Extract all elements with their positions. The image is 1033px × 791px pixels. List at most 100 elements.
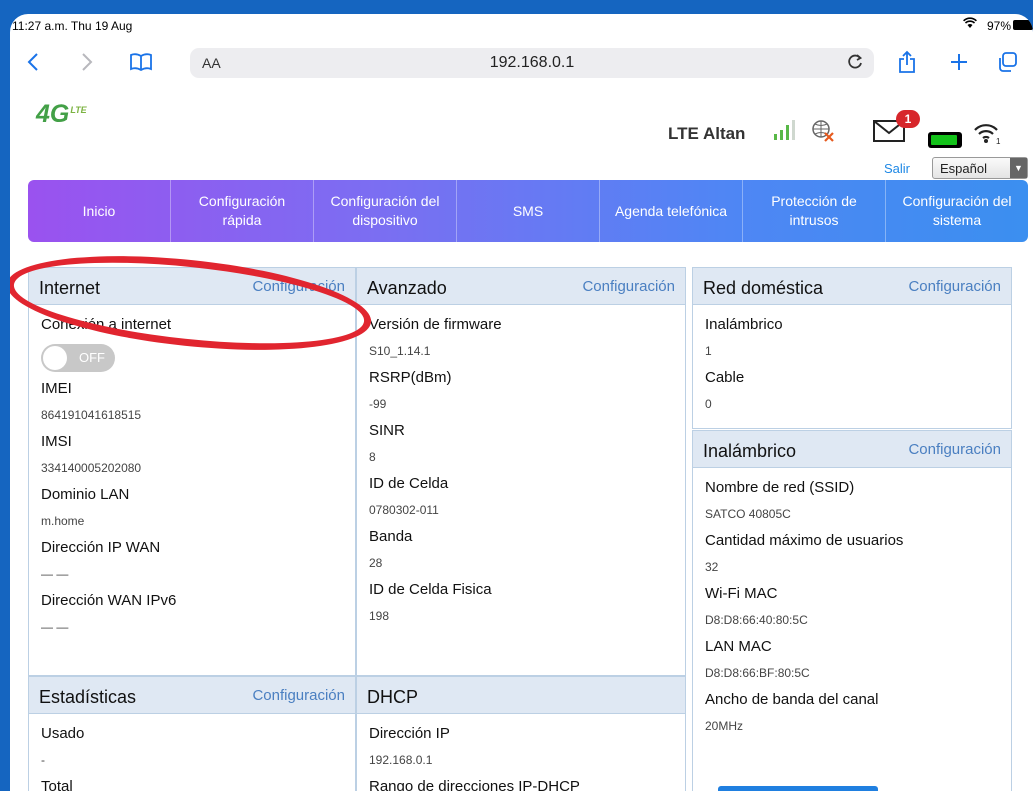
home-network-panel: Red doméstica Configuración Inalámbrico … — [692, 267, 1012, 429]
language-select[interactable]: Español ▼ — [932, 157, 1028, 179]
toggle-state: OFF — [79, 350, 105, 365]
panel-header: Inalámbrico Configuración — [693, 431, 1011, 468]
forward-icon — [82, 53, 93, 71]
address-bar[interactable]: AA 192.168.0.1 — [190, 48, 874, 78]
menu-item-configuracion-sistema[interactable]: Configuración del sistema — [886, 180, 1028, 242]
panel-header: Red doméstica Configuración — [693, 268, 1011, 305]
network-name: LTE Altan — [668, 124, 746, 143]
field-label: Ancho de banda del canal — [705, 691, 879, 708]
share-button[interactable] — [890, 40, 924, 84]
field-value: 198 — [369, 609, 390, 623]
field-label: SINR — [369, 422, 405, 439]
back-icon — [27, 53, 38, 71]
panel-header: DHCP — [357, 677, 685, 714]
field-value: 28 — [369, 556, 383, 570]
menu-item-configuracion-rapida[interactable]: Configuración rápida — [171, 180, 314, 242]
field-label: ID de Celda Fisica — [369, 581, 492, 598]
panel-title: Red doméstica — [703, 278, 824, 298]
panel-header: Avanzado Configuración — [357, 268, 685, 305]
field-value: SATCO 40805C — [705, 507, 791, 521]
field-label: Dominio LAN — [41, 486, 130, 503]
url-text[interactable]: 192.168.0.1 — [190, 54, 874, 72]
unread-badge: 1 — [896, 110, 920, 128]
status-bar: 11:27 a.m. Thu 19 Aug 97% — [10, 14, 1033, 36]
field-label: RSRP(dBm) — [369, 369, 452, 386]
wireless-action-button[interactable] — [718, 786, 878, 791]
menu-item-sms[interactable]: SMS — [457, 180, 600, 242]
logout-link[interactable]: Salir — [884, 161, 910, 176]
menu-item-configuracion-dispositivo[interactable]: Configuración del dispositivo — [314, 180, 457, 242]
battery-icon — [928, 132, 962, 148]
new-tab-button[interactable] — [942, 40, 976, 84]
panel-title: Internet — [39, 278, 101, 298]
status-battery-percent: 97% — [986, 19, 1011, 33]
field-value: 0780302-011 — [369, 503, 439, 517]
tabs-icon — [999, 52, 1017, 72]
advanced-panel: Avanzado Configuración Versión de firmwa… — [356, 267, 686, 676]
field-value: 20MHz — [705, 719, 744, 733]
field-label: IMSI — [41, 433, 72, 450]
field-value: 864191041618515 — [41, 408, 142, 422]
status-wifi-icon — [963, 17, 977, 32]
new-tab-icon — [951, 54, 967, 70]
lte-logo: 4GLTE — [36, 100, 87, 128]
panel-title: Estadísticas — [39, 687, 137, 707]
panel-title: DHCP — [367, 687, 419, 707]
field-value: m.home — [41, 514, 85, 528]
tabs-button[interactable] — [990, 40, 1024, 84]
field-label: Cable — [705, 369, 745, 386]
stats-config-link[interactable]: Configuración — [252, 687, 345, 704]
menu-item-agenda[interactable]: Agenda telefónica — [600, 180, 743, 242]
field-value: 32 — [705, 560, 719, 574]
status-battery-icon — [1013, 20, 1033, 30]
internet-connection-toggle[interactable]: OFF — [41, 344, 115, 372]
field-label: LAN MAC — [705, 638, 772, 655]
browser-window: 11:27 a.m. Thu 19 Aug 97% AA 192.168.0.1 — [10, 14, 1033, 791]
status-time: 11:27 a.m. Thu 19 Aug — [12, 19, 133, 33]
panel-header: Internet Configuración — [29, 268, 355, 305]
field-value: - — [41, 753, 45, 767]
toggle-knob — [43, 346, 67, 370]
bookmarks-icon — [130, 53, 152, 71]
field-value: — — — [41, 567, 69, 581]
wireless-panel: Inalámbrico Configuración Nombre de red … — [692, 430, 1012, 791]
field-label: Nombre de red (SSID) — [705, 479, 855, 496]
svg-text:1: 1 — [996, 137, 1001, 146]
field-label: ID de Celda — [369, 475, 449, 492]
language-value: Español — [940, 161, 987, 176]
internet-panel: Internet Configuración Conexión a intern… — [28, 267, 356, 676]
field-value: 8 — [369, 450, 376, 464]
internet-config-link[interactable]: Configuración — [252, 278, 345, 295]
field-value: 1 — [705, 344, 712, 358]
menu-item-proteccion[interactable]: Protección de intrusos — [743, 180, 886, 242]
back-button[interactable] — [16, 40, 50, 84]
panel-header: Estadísticas Configuración — [29, 677, 355, 714]
forward-button[interactable] — [70, 40, 104, 84]
field-label: Total — [41, 778, 73, 791]
wireless-config-link[interactable]: Configuración — [908, 441, 1001, 458]
field-label: Conexión a internet — [41, 316, 172, 333]
field-label: Wi-Fi MAC — [705, 585, 778, 602]
field-value: D8:D8:66:BF:80:5C — [705, 666, 810, 680]
field-label: Inalámbrico — [705, 316, 783, 333]
home-network-config-link[interactable]: Configuración — [908, 278, 1001, 295]
menu-item-inicio[interactable]: Inicio — [28, 180, 171, 242]
field-label: Usado — [41, 725, 85, 742]
advanced-config-link[interactable]: Configuración — [582, 278, 675, 295]
field-label: Banda — [369, 528, 413, 545]
bookmarks-button[interactable] — [124, 40, 158, 84]
field-label: Dirección IP WAN — [41, 539, 161, 556]
chevron-down-icon: ▼ — [1010, 158, 1027, 178]
stats-panel: Estadísticas Configuración Usado - Total — [28, 676, 356, 791]
field-label: Versión de firmware — [369, 316, 502, 333]
dhcp-panel: DHCP Dirección IP 192.168.0.1 Rango de d… — [356, 676, 686, 791]
signal-icon — [772, 118, 802, 142]
field-value: — — — [41, 620, 69, 634]
wifi-icon: 1 — [972, 120, 1002, 151]
field-value: 192.168.0.1 — [369, 753, 433, 767]
reload-icon[interactable] — [846, 52, 864, 77]
main-menu: Inicio Configuración rápida Configuració… — [28, 180, 1028, 242]
field-value: 0 — [705, 397, 712, 411]
globe-disabled-icon — [810, 118, 836, 149]
share-icon — [899, 50, 915, 73]
